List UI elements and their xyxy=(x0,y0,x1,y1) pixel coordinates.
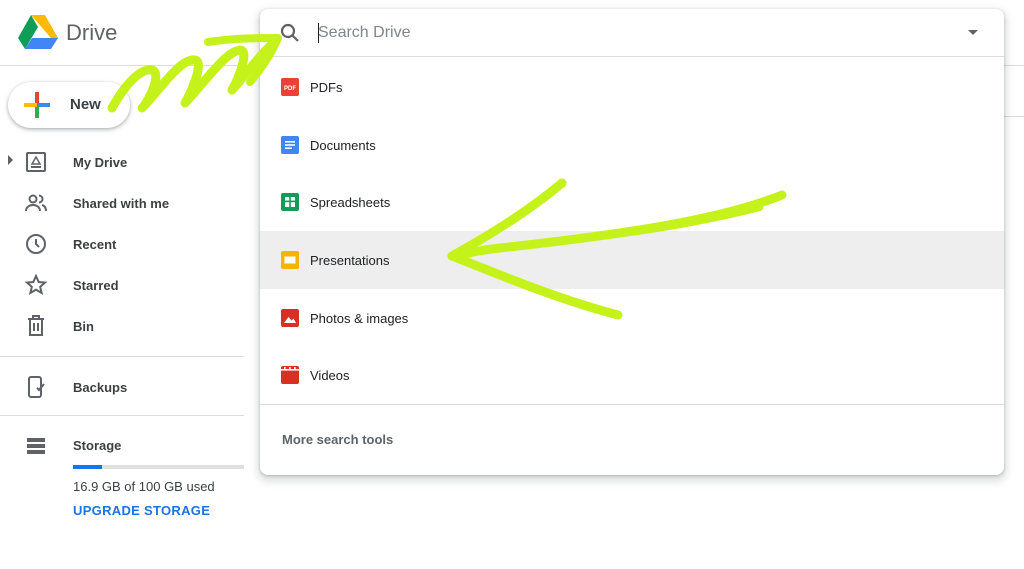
storage-usage-bar xyxy=(73,465,244,469)
sidebar-item-label: Shared with me xyxy=(73,196,170,211)
text-cursor xyxy=(318,23,319,43)
file-type-videos[interactable]: Videos xyxy=(260,346,1004,404)
my-drive-icon xyxy=(26,152,46,172)
sidebar-item-backups[interactable]: Backups xyxy=(0,365,244,406)
file-type-label: Videos xyxy=(310,368,350,384)
sidebar-item-label: Recent xyxy=(73,237,117,252)
sidebar-item-label: Bin xyxy=(73,319,94,334)
file-type-label: Photos & images xyxy=(310,310,409,326)
sidebar-nav: My Drive Shared with me Recent Starred B… xyxy=(0,140,244,345)
search-options-dropdown-icon[interactable] xyxy=(968,30,978,35)
plus-icon xyxy=(24,92,50,118)
presentation-icon xyxy=(281,251,299,270)
sidebar-item-recent[interactable]: Recent xyxy=(0,222,244,263)
file-type-pdfs[interactable]: PDF PDFs xyxy=(260,58,1004,116)
more-search-tools-link[interactable]: More search tools xyxy=(282,432,393,447)
search-icon[interactable] xyxy=(278,21,302,45)
new-button[interactable]: New xyxy=(8,82,130,128)
image-icon xyxy=(281,308,299,327)
file-type-list: PDF PDFs Documents Spreadsheets Presenta… xyxy=(260,58,1004,404)
sidebar-item-label: My Drive xyxy=(73,155,128,170)
search-input[interactable] xyxy=(318,21,918,45)
panel-divider xyxy=(260,404,1004,405)
sidebar-divider xyxy=(0,356,244,357)
file-type-label: PDFs xyxy=(310,80,343,95)
backup-phone-icon xyxy=(28,376,45,398)
file-type-label: Presentations xyxy=(310,253,390,269)
background-divider xyxy=(1004,116,1024,117)
sidebar-item-label: Backups xyxy=(73,380,128,395)
sidebar-item-starred[interactable]: Starred xyxy=(0,263,244,304)
sidebar-item-label: Starred xyxy=(73,278,119,293)
app-brand-title: Drive xyxy=(66,20,118,45)
file-type-documents[interactable]: Documents xyxy=(260,116,1004,174)
sidebar-item-shared-with-me[interactable]: Shared with me xyxy=(0,181,244,222)
file-type-presentations[interactable]: Presentations xyxy=(260,231,1004,289)
expand-caret-icon[interactable] xyxy=(8,155,13,165)
storage-usage-fill xyxy=(73,465,102,469)
sidebar-backups-group: Backups xyxy=(0,365,244,406)
storage-label[interactable]: Storage xyxy=(73,438,121,453)
search-bar xyxy=(260,9,1004,57)
file-type-photos-images[interactable]: Photos & images xyxy=(260,289,1004,347)
clock-icon xyxy=(26,234,46,254)
file-type-label: Spreadsheets xyxy=(310,195,391,211)
sidebar-item-bin[interactable]: Bin xyxy=(0,304,244,345)
video-icon xyxy=(281,366,299,385)
trash-icon xyxy=(28,315,44,336)
pdf-icon: PDF xyxy=(281,78,299,96)
spreadsheet-icon xyxy=(281,193,299,212)
shared-icon xyxy=(25,194,47,212)
sidebar-item-my-drive[interactable]: My Drive xyxy=(0,140,244,181)
star-icon xyxy=(24,273,48,296)
file-type-label: Documents xyxy=(310,137,376,153)
storage-used-text: 16.9 GB of 100 GB used xyxy=(73,479,215,494)
file-type-spreadsheets[interactable]: Spreadsheets xyxy=(260,173,1004,231)
search-dropdown-panel: PDF PDFs Documents Spreadsheets xyxy=(260,9,1004,475)
upgrade-storage-link[interactable]: UPGRADE STORAGE xyxy=(73,503,210,518)
new-button-label: New xyxy=(70,96,101,113)
svg-text:PDF: PDF xyxy=(284,86,296,92)
storage-icon xyxy=(27,438,45,454)
sidebar-divider xyxy=(0,415,244,416)
document-icon xyxy=(281,135,299,154)
drive-logo-icon[interactable] xyxy=(18,14,58,50)
